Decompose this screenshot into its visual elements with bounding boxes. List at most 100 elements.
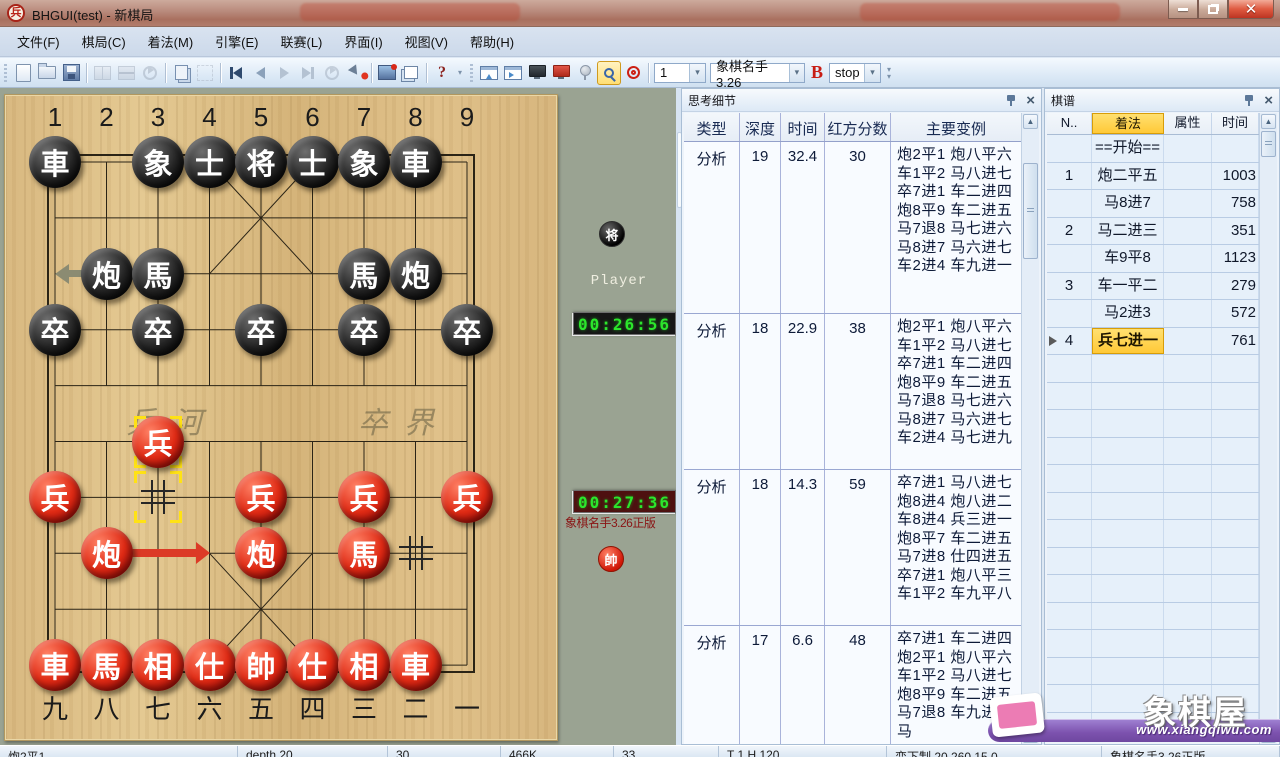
- scroll-up-icon[interactable]: ▲: [1023, 114, 1038, 129]
- record-row-empty[interactable]: [1047, 438, 1277, 466]
- scroll-thumb[interactable]: [1261, 131, 1276, 157]
- record-row-empty[interactable]: [1047, 355, 1277, 383]
- piece-black-炮[interactable]: 炮: [81, 248, 133, 300]
- piece-red-兵[interactable]: 兵: [441, 471, 493, 523]
- first-move-button[interactable]: [224, 61, 248, 85]
- help-button[interactable]: ?: [430, 61, 454, 85]
- piece-red-馬[interactable]: 馬: [81, 639, 133, 691]
- scroll-thumb[interactable]: [1023, 163, 1038, 259]
- titlebar[interactable]: 兵 BHGUI(test) - 新棋局 ✕: [0, 0, 1280, 27]
- piece-red-仕[interactable]: 仕: [287, 639, 339, 691]
- copy-button[interactable]: [169, 61, 193, 85]
- record-row-empty[interactable]: [1047, 383, 1277, 411]
- last-move-button[interactable]: [296, 61, 320, 85]
- record-row-empty[interactable]: [1047, 575, 1277, 603]
- move-number-select[interactable]: 1▾: [654, 63, 706, 83]
- piece-red-相[interactable]: 相: [338, 639, 390, 691]
- analysis-row[interactable]: 分析1814.359卒7进1 马八进七 炮8进4 炮八进二 车8进4 兵三进一 …: [684, 470, 1039, 626]
- piece-black-車[interactable]: 車: [29, 136, 81, 188]
- menu-item-4[interactable]: 引擎(E): [204, 27, 269, 56]
- piece-black-将[interactable]: 将: [235, 136, 287, 188]
- analysis-scrollbar[interactable]: ▲ ▼: [1021, 113, 1039, 744]
- piece-black-馬[interactable]: 馬: [338, 248, 390, 300]
- toolbar-overflow-button[interactable]: ▾: [454, 62, 466, 84]
- scroll-up-icon[interactable]: ▲: [1261, 114, 1276, 129]
- new-game-button[interactable]: [11, 61, 35, 85]
- book-button[interactable]: [90, 61, 114, 85]
- record-row-empty[interactable]: [1047, 410, 1277, 438]
- move-cell[interactable]: ==开始==: [1092, 135, 1164, 162]
- record-row[interactable]: 马2进3572: [1047, 300, 1277, 328]
- piece-red-兵[interactable]: 兵: [29, 471, 81, 523]
- record-row[interactable]: 4兵七进一761: [1047, 328, 1277, 356]
- next-move-button[interactable]: [272, 61, 296, 85]
- chevron-down-icon[interactable]: ▾: [689, 64, 705, 82]
- piece-black-車[interactable]: 車: [390, 136, 442, 188]
- record-row[interactable]: ==开始==: [1047, 135, 1277, 163]
- close-button[interactable]: ✕: [1228, 0, 1274, 19]
- piece-black-卒[interactable]: 卒: [29, 304, 81, 356]
- analysis-button[interactable]: [597, 61, 621, 85]
- red-screen-button[interactable]: [549, 61, 573, 85]
- piece-black-士[interactable]: 士: [184, 136, 236, 188]
- target-button[interactable]: [621, 61, 645, 85]
- pin-position-button[interactable]: [573, 61, 597, 85]
- chevron-down-icon[interactable]: ▾: [789, 64, 804, 82]
- piece-red-帥[interactable]: 帥: [235, 639, 287, 691]
- piece-red-相[interactable]: 相: [132, 639, 184, 691]
- analysis-row[interactable]: 分析1822.938炮2平1 炮八平六 车1平2 马八进七 卒7进1 车二进四 …: [684, 314, 1039, 470]
- record-row[interactable]: 2马二进三351: [1047, 218, 1277, 246]
- move-cell[interactable]: 马8进7: [1092, 190, 1164, 217]
- menu-item-8[interactable]: 帮助(H): [459, 27, 525, 56]
- piece-red-車[interactable]: 車: [390, 639, 442, 691]
- analysis-row[interactable]: 分析176.648卒7进1 车二进四 炮2平1 炮八平六 车1平2 马八进七 炮…: [684, 626, 1039, 744]
- move-cell[interactable]: 马二进三: [1092, 218, 1164, 245]
- piece-red-兵[interactable]: 兵: [338, 471, 390, 523]
- menu-item-7[interactable]: 视图(V): [394, 27, 459, 56]
- record-row-empty[interactable]: [1047, 685, 1277, 713]
- refresh-button[interactable]: [138, 61, 162, 85]
- piece-black-卒[interactable]: 卒: [132, 304, 184, 356]
- engine-select[interactable]: 象棋名手3.26▾: [710, 63, 805, 83]
- black-screen-button[interactable]: [525, 61, 549, 85]
- piece-red-仕[interactable]: 仕: [184, 639, 236, 691]
- piece-black-炮[interactable]: 炮: [390, 248, 442, 300]
- close-panel-icon[interactable]: ×: [1264, 94, 1273, 107]
- piece-red-兵[interactable]: 兵: [235, 471, 287, 523]
- record-row[interactable]: 车9平81123: [1047, 245, 1277, 273]
- scroll-down-icon[interactable]: ▼: [1023, 728, 1038, 743]
- piece-red-炮[interactable]: 炮: [81, 527, 133, 579]
- bold-red-b-button[interactable]: B: [811, 62, 823, 83]
- record-row-empty[interactable]: [1047, 548, 1277, 576]
- piece-red-馬[interactable]: 馬: [338, 527, 390, 579]
- analysis-row[interactable]: 分析1932.430炮2平1 炮八平六 车1平2 马八进七 卒7进1 车二进四 …: [684, 142, 1039, 314]
- toolbar-overflow-button[interactable]: ▾▾: [883, 62, 895, 84]
- piece-black-卒[interactable]: 卒: [235, 304, 287, 356]
- move-cell[interactable]: 马2进3: [1092, 300, 1164, 327]
- piece-black-卒[interactable]: 卒: [441, 304, 493, 356]
- record-row-empty[interactable]: [1047, 630, 1277, 658]
- piece-black-馬[interactable]: 馬: [132, 248, 184, 300]
- engine-move-button[interactable]: [344, 61, 368, 85]
- redo-button[interactable]: [320, 61, 344, 85]
- record-row-empty[interactable]: [1047, 713, 1277, 741]
- piece-black-象[interactable]: 象: [338, 136, 390, 188]
- menu-item-6[interactable]: 界面(I): [333, 27, 393, 56]
- record-row-empty[interactable]: [1047, 603, 1277, 631]
- record-row[interactable]: 马8进7758: [1047, 190, 1277, 218]
- piece-red-兵[interactable]: 兵: [132, 416, 184, 468]
- dock-window-button[interactable]: [501, 61, 525, 85]
- piece-red-炮[interactable]: 炮: [235, 527, 287, 579]
- menu-item-5[interactable]: 联赛(L): [270, 27, 334, 56]
- piece-red-車[interactable]: 車: [29, 639, 81, 691]
- save-button[interactable]: [59, 61, 83, 85]
- close-panel-icon[interactable]: ×: [1026, 94, 1035, 107]
- move-cell[interactable]: 兵七进一: [1092, 328, 1164, 355]
- select-button[interactable]: [193, 61, 217, 85]
- pin-icon[interactable]: [1006, 94, 1017, 107]
- record-row-empty[interactable]: [1047, 520, 1277, 548]
- stop-select[interactable]: stop▾: [829, 63, 881, 83]
- record-scrollbar[interactable]: ▲ ▼: [1259, 113, 1277, 744]
- flip-board-button[interactable]: [114, 61, 138, 85]
- piece-black-士[interactable]: 士: [287, 136, 339, 188]
